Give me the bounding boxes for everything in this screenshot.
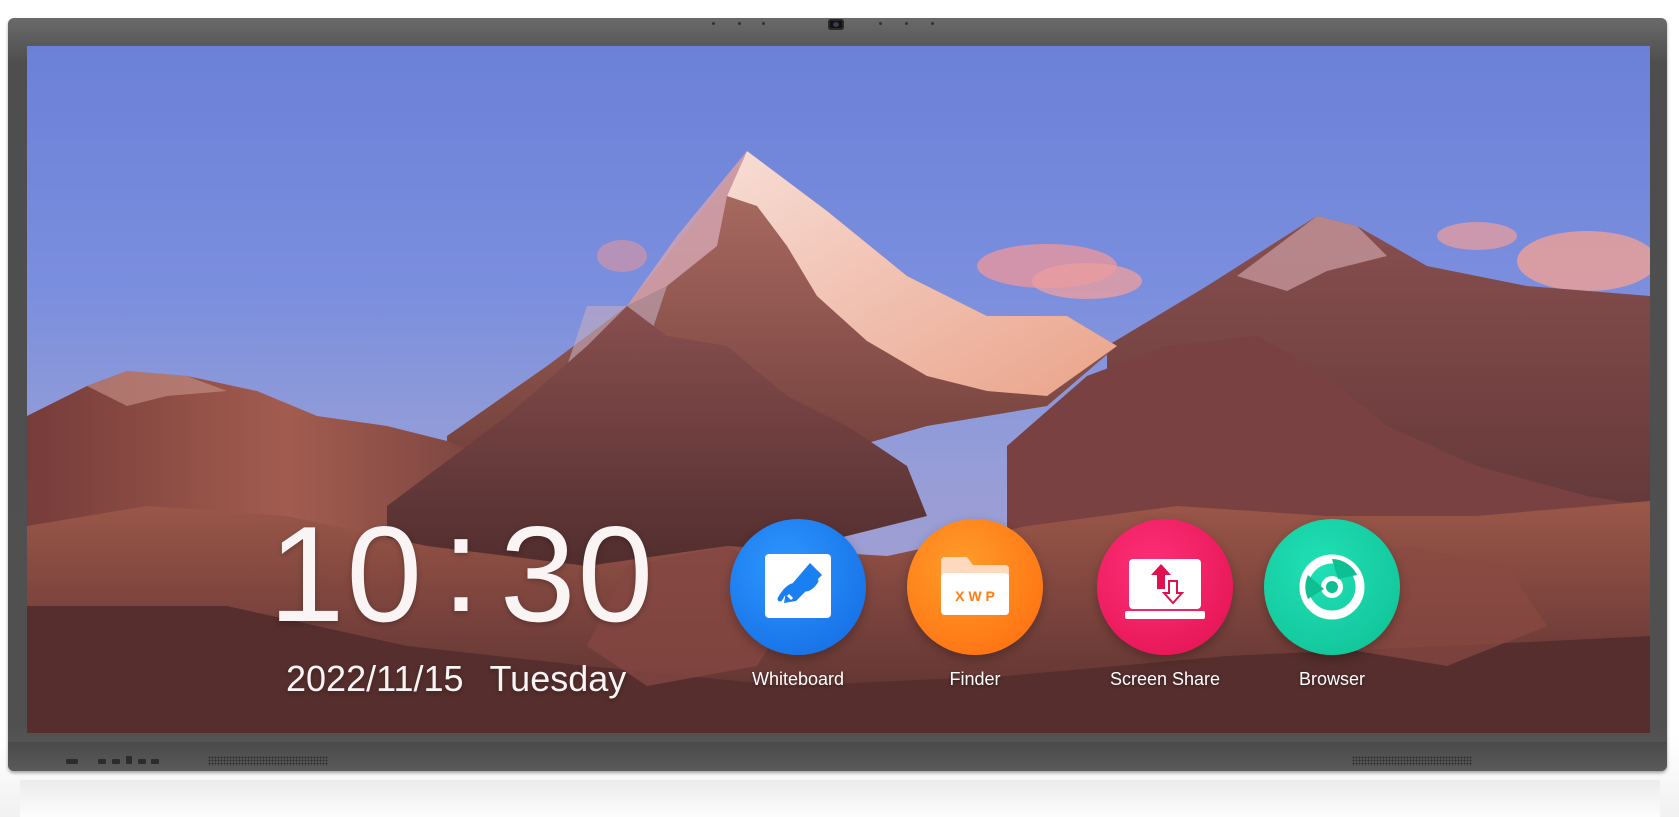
home-screen: 10:30 2022/11/15 Tuesday Whiteboard X W … [27, 46, 1650, 733]
speaker-grill [1352, 756, 1472, 766]
mic-dot [712, 22, 715, 25]
app-screen-share[interactable]: Screen Share [1090, 519, 1240, 690]
clock-hours: 10 [268, 498, 425, 650]
mic-dot [905, 22, 908, 25]
clock-separator: : [442, 488, 482, 640]
weekday-text: Tuesday [489, 658, 627, 699]
app-label: Whiteboard [751, 669, 845, 689]
usb-port [126, 756, 132, 764]
date-row: 2022/11/15 Tuesday [286, 658, 626, 700]
clock-time: 10:30 [247, 496, 677, 642]
mic-dot [738, 22, 741, 25]
app-finder[interactable]: X W P Finder [900, 519, 1050, 690]
folder-label: X W P [955, 588, 995, 604]
floor-reflection [20, 780, 1660, 817]
mic-dot [931, 22, 934, 25]
date-text: 2022/11/15 [286, 658, 464, 699]
whiteboard-pen-icon[interactable] [730, 519, 866, 655]
browser-icon[interactable] [1264, 519, 1400, 655]
power-button[interactable] [66, 759, 78, 764]
camera-icon [828, 19, 844, 30]
app-browser[interactable]: Browser [1257, 519, 1407, 690]
app-whiteboard[interactable]: Whiteboard [723, 519, 873, 690]
app-label: Browser [1298, 669, 1365, 689]
usb-port [151, 759, 159, 764]
app-label: Finder [949, 669, 1001, 689]
folder-icon[interactable]: X W P [907, 519, 1043, 655]
product-photo: 10:30 2022/11/15 Tuesday Whiteboard X W … [0, 0, 1679, 817]
usb-port [98, 759, 106, 764]
usb-port [112, 759, 120, 764]
speaker-grill [208, 756, 328, 766]
clock-minutes: 30 [499, 498, 656, 650]
screen-share-icon[interactable] [1097, 519, 1233, 655]
mic-dot [879, 22, 882, 25]
usb-port [138, 759, 146, 764]
app-label: Screen Share [1109, 669, 1221, 689]
mic-dot [762, 22, 765, 25]
